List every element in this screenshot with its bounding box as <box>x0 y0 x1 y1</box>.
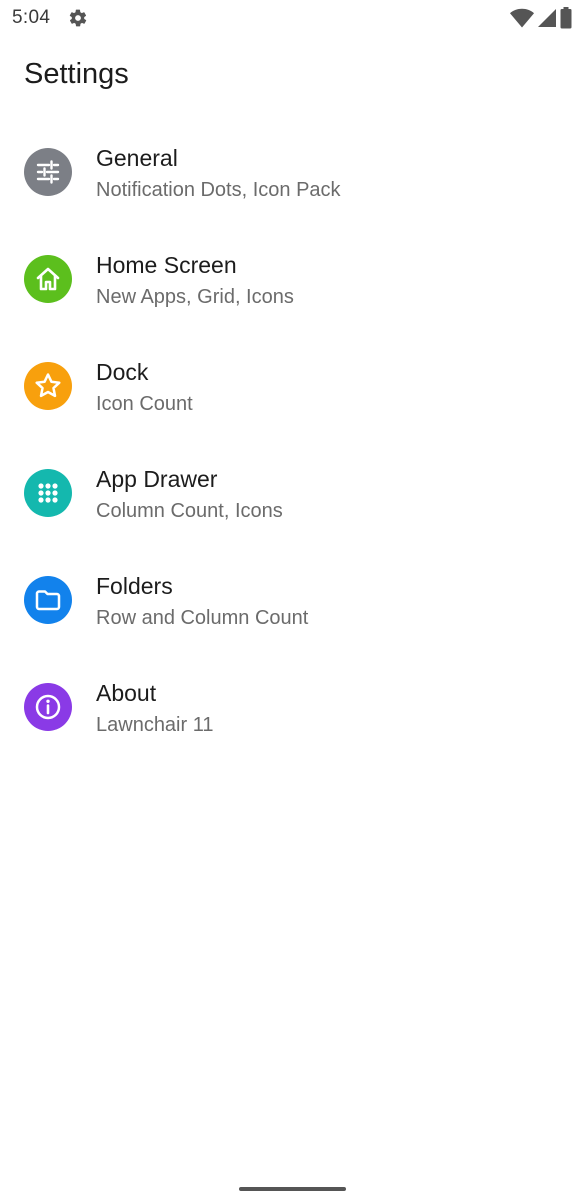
status-bar: 5:04 <box>0 0 584 36</box>
info-icon <box>24 683 72 731</box>
gear-icon <box>68 8 88 28</box>
status-time: 5:04 <box>12 7 51 28</box>
battery-icon <box>560 7 572 34</box>
status-icons <box>510 7 572 34</box>
folder-icon <box>24 576 72 624</box>
settings-item-title: General <box>96 145 178 171</box>
settings-item-title: Folders <box>96 573 173 599</box>
settings-item-dock[interactable]: Dock Icon Count <box>0 334 584 441</box>
settings-item-subtitle: Lawnchair 11 <box>96 714 214 736</box>
sliders-icon <box>24 148 72 196</box>
signal-icon <box>537 8 557 33</box>
settings-item-title: About <box>96 680 157 706</box>
settings-item-about[interactable]: About Lawnchair 11 <box>0 655 584 762</box>
star-icon <box>24 362 72 410</box>
settings-item-subtitle: Notification Dots, Icon Pack <box>96 179 341 201</box>
settings-item-app-drawer[interactable]: App Drawer Column Count, Icons <box>0 441 584 548</box>
settings-item-title: App Drawer <box>96 466 218 492</box>
settings-item-home-screen[interactable]: Home Screen New Apps, Grid, Icons <box>0 227 584 334</box>
page-title: Settings <box>24 58 129 90</box>
wifi-icon <box>510 8 534 33</box>
settings-item-title: Home Screen <box>96 252 237 278</box>
settings-item-subtitle: Icon Count <box>96 393 193 415</box>
settings-list: General Notification Dots, Icon Pack Hom… <box>0 120 584 762</box>
home-icon <box>24 255 72 303</box>
settings-item-subtitle: Column Count, Icons <box>96 500 283 522</box>
settings-item-general[interactable]: General Notification Dots, Icon Pack <box>0 120 584 227</box>
settings-item-subtitle: New Apps, Grid, Icons <box>96 286 294 308</box>
gesture-nav-handle[interactable] <box>239 1187 346 1191</box>
settings-item-subtitle: Row and Column Count <box>96 607 309 629</box>
grid-dots-icon <box>24 469 72 517</box>
settings-item-title: Dock <box>96 359 149 385</box>
settings-item-folders[interactable]: Folders Row and Column Count <box>0 548 584 655</box>
